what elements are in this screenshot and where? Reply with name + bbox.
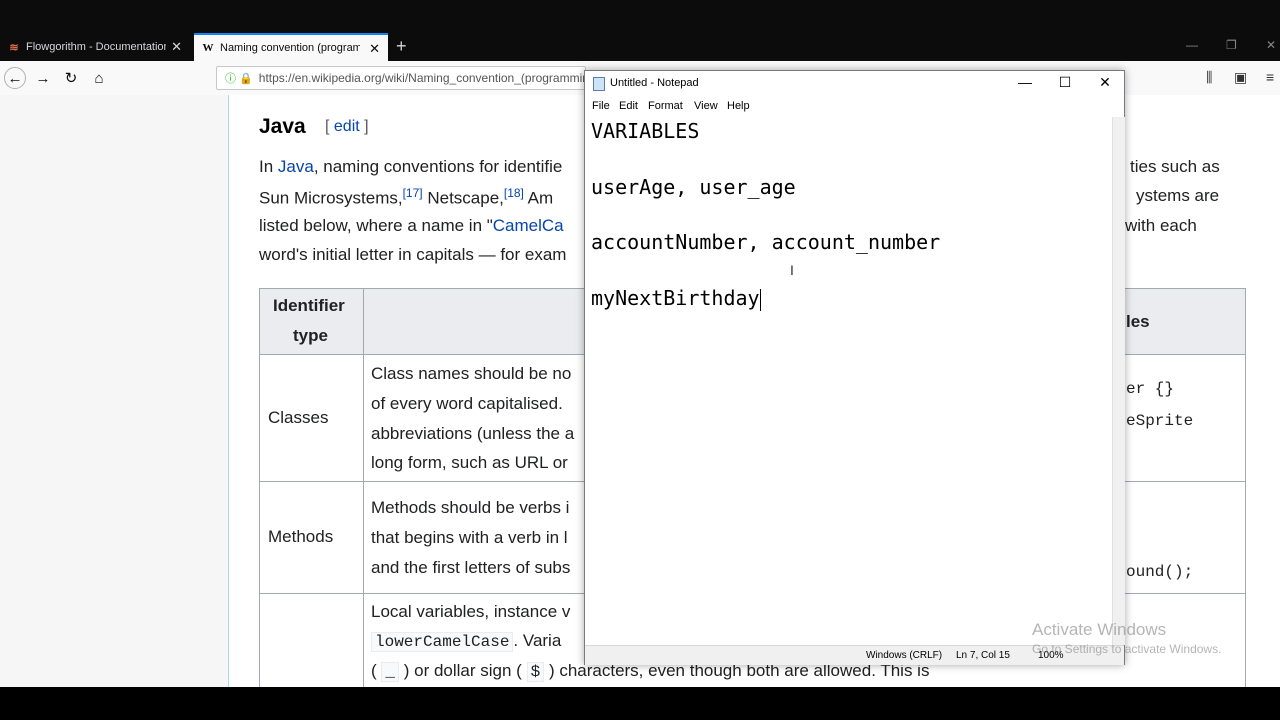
code-snippet: _ — [381, 662, 400, 682]
java-link[interactable]: Java — [278, 157, 314, 176]
row-desc-line: Class names should be no — [371, 364, 572, 383]
sidebar-icon[interactable]: ▣ — [1234, 69, 1247, 86]
text: Netscape, — [422, 188, 504, 208]
forward-icon[interactable]: → — [32, 67, 54, 89]
minimize-icon[interactable]: — — [1186, 38, 1198, 52]
row-desc-line: of every word capitalised. — [371, 394, 563, 413]
activation-watermark: Activate Windows Go to Settings to activ… — [1032, 620, 1221, 656]
menu-edit[interactable]: Edit — [619, 100, 638, 112]
home-icon[interactable]: ⌂ — [88, 67, 110, 89]
text: ) or dollar sign ( — [403, 661, 522, 680]
reference-link[interactable]: [17] — [403, 186, 423, 200]
text: listed below, where a name in " — [259, 216, 493, 235]
watermark-title: Activate Windows — [1032, 620, 1167, 639]
status-position: Ln 7, Col 15 — [956, 650, 1010, 661]
tab-title: Flowgorithm - Documentation — [26, 41, 166, 53]
text: ( — [371, 661, 377, 680]
maximize-icon[interactable]: ☐ — [1050, 74, 1080, 91]
notepad-text-area[interactable]: VARIABLES userAge, user_age accountNumbe… — [585, 117, 1112, 645]
close-tab-icon[interactable]: ✕ — [369, 41, 380, 57]
edit-bracket-open: [ — [325, 118, 330, 135]
minimize-icon[interactable]: — — [1010, 74, 1040, 90]
tab-title: Naming convention (programming) — [220, 42, 360, 54]
header-text: type — [293, 326, 328, 345]
flowgorithm-icon: ≋ — [9, 41, 19, 54]
row-desc-line: and the first letters of subs — [371, 558, 571, 577]
restore-icon[interactable]: ❐ — [1226, 38, 1237, 52]
paragraph-line-1: In Java, naming conventions for identifi… — [259, 157, 562, 177]
text: , naming conventions for identifie — [313, 157, 563, 176]
edit-link[interactable]: edit — [334, 118, 360, 135]
menu-file[interactable]: File — [592, 100, 610, 112]
text-line: VARIABLES — [591, 119, 700, 143]
current-line-text: myNextBirthday — [591, 286, 760, 310]
text: . Varia — [513, 631, 562, 650]
row-example: ound(); — [1126, 563, 1194, 581]
tab-flowgorithm[interactable]: ≋ Flowgorithm - Documentation ✕ — [0, 33, 190, 61]
edit-section: [ edit ] — [325, 118, 369, 136]
close-tab-icon[interactable]: ✕ — [171, 39, 182, 55]
browser-tab-strip: ≋ Flowgorithm - Documentation ✕ W Naming… — [0, 33, 1280, 61]
status-line-ending: Windows (CRLF) — [866, 650, 943, 661]
notepad-title: Untitled - Notepad — [610, 77, 699, 89]
close-icon[interactable]: ✕ — [1090, 74, 1120, 91]
taskbar — [0, 687, 1280, 720]
code-snippet: lowerCamelCase — [371, 632, 514, 652]
text: In — [259, 157, 278, 176]
tab-wikipedia[interactable]: W Naming convention (programming) ✕ — [194, 33, 388, 61]
url-text: https://en.wikipedia.org/wiki/Naming_con… — [258, 71, 586, 85]
row-desc-line: Local variables, instance v — [371, 602, 571, 621]
row-desc-line: Methods should be verbs i — [371, 498, 570, 517]
reload-icon[interactable]: ↻ — [60, 67, 82, 89]
paragraph-line-1-right: ties such as — [1130, 157, 1220, 176]
notepad-title-bar[interactable]: Untitled - Notepad — ☐ ✕ — [585, 71, 1124, 97]
row-desc-line: long form, such as URL or — [371, 453, 568, 472]
row-desc-line: lowerCamelCase. Varia — [371, 631, 562, 652]
notepad-icon — [593, 77, 605, 91]
notepad-menu-bar: File Edit Format View Help — [585, 97, 1124, 117]
section-heading: Java — [259, 115, 306, 138]
desktop-screen: ≋ Flowgorithm - Documentation ✕ W Naming… — [0, 0, 1280, 720]
header-text: les — [1126, 312, 1150, 331]
row-type-classes: Classes — [268, 408, 329, 427]
paragraph-line-4: word's initial letter in capitals — for … — [259, 245, 567, 264]
text-line-current: myNextBirthday — [591, 286, 761, 311]
text-cursor-icon: I — [790, 262, 794, 278]
menu-view[interactable]: View — [694, 100, 718, 112]
paragraph-line-2: Sun Microsystems,[17] Netscape,[18] Am — [259, 186, 553, 209]
row-desc-line: that begins with a verb in l — [371, 528, 568, 547]
back-icon[interactable]: ← — [4, 67, 26, 89]
wikipedia-icon: W — [202, 42, 214, 54]
row-example: er {} — [1126, 380, 1175, 398]
header-text: Identifier — [273, 296, 345, 315]
menu-icon[interactable]: ≡ — [1266, 69, 1274, 85]
edit-bracket-close: ] — [364, 118, 369, 135]
text: Sun Microsystems, — [259, 188, 403, 208]
row-desc-line: abbreviations (unless the a — [371, 424, 575, 443]
menu-format[interactable]: Format — [648, 100, 683, 112]
vertical-scrollbar[interactable] — [1112, 117, 1125, 645]
screen-top-bar — [0, 0, 1280, 33]
library-icon[interactable]: ⫼ — [1206, 69, 1212, 86]
code-snippet: $ — [526, 662, 545, 682]
text: Am — [523, 188, 554, 208]
text-line: userAge, user_age — [591, 175, 796, 199]
text-line: accountNumber, account_number — [591, 230, 941, 254]
new-tab-icon[interactable]: + — [396, 36, 407, 57]
paragraph-line-3: listed below, where a name in "CamelCa — [259, 216, 564, 236]
reference-link[interactable]: [18] — [504, 186, 524, 200]
notepad-window: Untitled - Notepad — ☐ ✕ File Edit Forma… — [584, 70, 1125, 665]
paragraph-line-2-right: ystems are — [1136, 186, 1220, 205]
watermark-subtitle: Go to Settings to activate Windows. — [1032, 642, 1222, 656]
row-type-methods: Methods — [268, 527, 334, 546]
camelcase-link[interactable]: CamelCa — [493, 216, 564, 235]
info-icon[interactable]: ⓘ 🔒 — [225, 70, 253, 86]
text-caret — [759, 288, 761, 311]
address-bar[interactable]: ⓘ 🔒 https://en.wikipedia.org/wiki/Naming… — [216, 66, 586, 90]
paragraph-line-3-right: with each — [1125, 216, 1197, 235]
menu-help[interactable]: Help — [727, 100, 750, 112]
close-window-icon[interactable]: ✕ — [1266, 38, 1276, 52]
row-example: eSprite — [1126, 412, 1194, 430]
